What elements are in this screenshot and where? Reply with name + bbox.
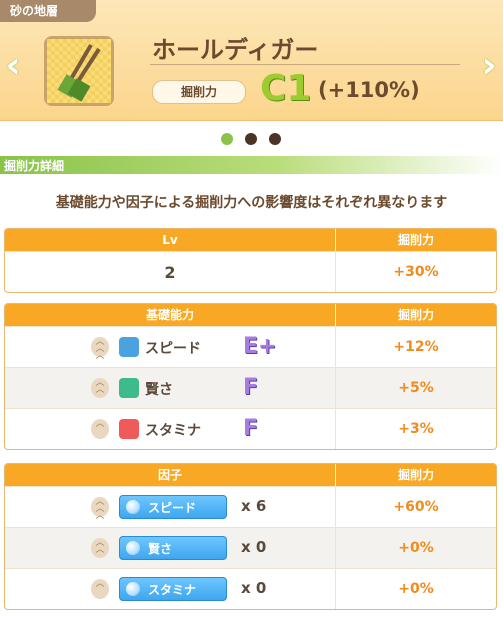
factor-name: 賢さ: [148, 542, 173, 556]
mining-bonus-value: +3%: [335, 409, 496, 449]
column-header-mining: 掘削力: [335, 304, 496, 326]
stat-name: スピード: [145, 341, 201, 357]
mining-bonus-value: +0%: [335, 528, 496, 568]
name-divider: [150, 64, 460, 65]
lv-table: Lv 掘削力 2 +30%: [4, 228, 497, 293]
factor-orb-icon: [126, 582, 140, 596]
mining-bonus-value: +0%: [335, 569, 496, 609]
column-header-base-stats: 基礎能力: [145, 308, 194, 322]
mining-bonus-value: +30%: [335, 252, 496, 292]
table-row: 2 +30%: [5, 251, 496, 292]
lv-value: 2: [164, 262, 176, 282]
graduation-cap-icon: [119, 378, 139, 398]
factor-count: x 0: [241, 538, 267, 556]
base-stats-table: 基礎能力 掘削力 ︿ ︿ ︿ スピード E+ +12% ︿ ︿ 賢さ F +5% ︿ …: [4, 303, 497, 450]
chevron-right-icon[interactable]: ›: [478, 46, 500, 86]
mining-bonus-total: (+110%): [318, 78, 420, 102]
pager-dot-3[interactable]: [269, 133, 281, 145]
stat-name: 賢さ: [145, 382, 173, 398]
factor-orb-icon: [126, 500, 140, 514]
triple-chevron-icon: ︿ ︿ ︿: [91, 337, 109, 361]
single-chevron-icon: ︿: [91, 419, 109, 439]
pager-dot-2[interactable]: [245, 133, 257, 145]
table-row: ︿ スタミナ F +3%: [5, 408, 496, 449]
table-row: ︿ ︿ 賢さ x 0 +0%: [5, 527, 496, 568]
chevron-left-icon[interactable]: ‹: [2, 46, 24, 86]
stat-grade: F: [243, 416, 259, 441]
table-row: ︿ ︿ ︿ スピード E+ +12%: [5, 326, 496, 367]
pager-dot-1[interactable]: [221, 133, 233, 145]
double-chevron-icon: ︿ ︿: [91, 378, 109, 398]
table-row: ︿ ︿ ︿ スピード x 6 +60%: [5, 486, 496, 527]
factor-chip[interactable]: スピード: [119, 495, 227, 519]
factor-name: スタミナ: [148, 583, 197, 597]
factor-count: x 6: [241, 497, 267, 515]
mining-power-label: 掘削力: [152, 80, 246, 104]
factor-table: 因子 掘削力 ︿ ︿ ︿ スピード x 6 +60% ︿ ︿ 賢さ x 0 +0% ︿: [4, 463, 497, 610]
item-name: ホールディガー: [152, 36, 319, 64]
column-header-mining: 掘削力: [335, 229, 496, 251]
factor-chip[interactable]: スタミナ: [119, 577, 227, 601]
column-header-lv: Lv: [162, 233, 178, 247]
section-header-bar: [0, 156, 503, 174]
location-tab: 砂の地層: [0, 0, 96, 22]
factor-name: スピード: [148, 501, 197, 515]
column-header-mining: 掘削力: [335, 464, 496, 486]
section-description: 基礎能力や因子による掘削力への影響度はそれぞれ異なります: [55, 195, 448, 211]
table-header: Lv 掘削力: [5, 229, 496, 251]
heart-icon: [119, 419, 139, 439]
stat-grade: E+: [243, 334, 277, 359]
factor-orb-icon: [126, 541, 140, 555]
section-title: 掘削力詳細: [4, 159, 65, 173]
factor-chip[interactable]: 賢さ: [119, 536, 227, 560]
double-chevron-icon: ︿ ︿: [91, 538, 109, 558]
mining-bonus-value: +5%: [335, 368, 496, 408]
table-header: 基礎能力 掘削力: [5, 304, 496, 326]
factor-count: x 0: [241, 579, 267, 597]
mining-bonus-value: +12%: [335, 327, 496, 367]
shoe-icon: [119, 337, 139, 357]
single-chevron-icon: ︿: [91, 579, 109, 599]
mining-rank-badge: C1: [260, 68, 312, 109]
triple-chevron-icon: ︿ ︿ ︿: [91, 497, 109, 521]
hole-digger-icon: [44, 36, 114, 106]
table-row: ︿ ︿ 賢さ F +5%: [5, 367, 496, 408]
column-header-factor: 因子: [157, 468, 182, 482]
stat-name: スタミナ: [145, 423, 201, 439]
table-row: ︿ スタミナ x 0 +0%: [5, 568, 496, 609]
mining-bonus-value: +60%: [335, 487, 496, 527]
stat-grade: F: [243, 375, 259, 400]
table-header: 因子 掘削力: [5, 464, 496, 486]
